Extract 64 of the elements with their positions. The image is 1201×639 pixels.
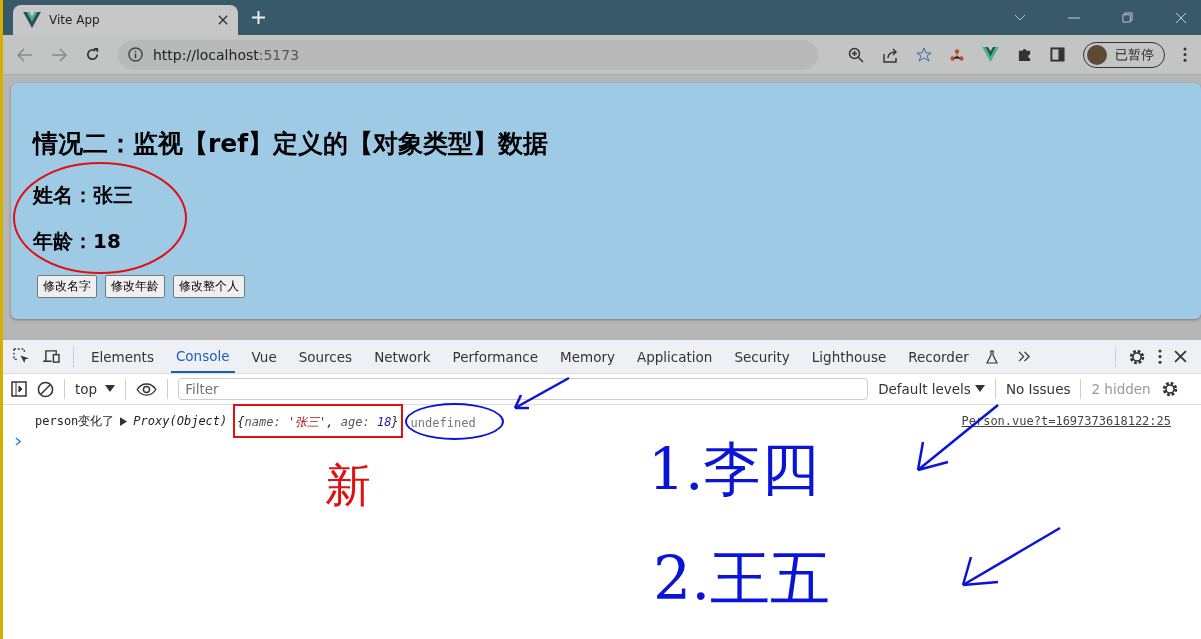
object-preview: {name: '张三', age: 18} [237,415,399,429]
restore-icon[interactable] [1122,12,1133,23]
settings-icon[interactable] [1160,380,1179,398]
close-icon[interactable] [218,15,228,25]
chevrons-right-icon[interactable] [1017,351,1031,362]
field-text: 姓名：张三 [33,183,134,207]
handwritten-note: 1.李四 [648,440,820,498]
star-icon[interactable] [916,46,932,63]
settings-icon[interactable] [1128,347,1146,366]
log-message: person变化了 [35,412,115,430]
action-button[interactable]: 修改名字 [37,275,97,298]
prompt-icon[interactable] [15,437,22,446]
handwritten-note: 2.王五 [653,548,831,608]
issues-text[interactable]: No Issues [1005,381,1071,397]
devtools-tab[interactable]: Memory [555,340,620,373]
devtools-tab[interactable]: Recorder [903,340,974,373]
device-icon[interactable] [42,349,61,364]
devtools-tab[interactable]: Application [631,340,718,373]
inspect-icon[interactable] [13,348,30,365]
puzzle-icon[interactable] [1017,47,1032,62]
reload-icon[interactable] [85,47,100,62]
tab-title: Vite App [49,13,101,27]
devtools-tab[interactable]: Sources [293,340,358,373]
address-bar[interactable]: http://localhost:5173 [118,39,818,70]
caret-icon [974,385,985,393]
devtools-tab[interactable]: Console [170,340,235,373]
more-icon[interactable] [1158,349,1162,364]
v-logo-icon [23,12,41,28]
flask-icon [985,349,998,364]
hidden-count: 2 hidden [1091,381,1151,397]
action-button[interactable]: 修改年龄 [105,275,165,298]
arrow-annotation [513,376,570,410]
avatar-icon [1087,44,1107,65]
info-icon [128,47,143,62]
sidebar-toggle-icon[interactable] [11,381,27,397]
new-tab-icon[interactable] [252,11,265,24]
proxy-label[interactable]: Proxy(Object) [133,414,228,428]
v-logo-icon[interactable] [982,47,999,62]
expand-triangle-icon[interactable] [120,416,128,426]
context-dropdown[interactable]: top [75,381,116,397]
devtools-tab[interactable]: Network [369,340,436,373]
devtools-tab[interactable]: Lighthouse [806,340,892,373]
filter-field[interactable]: Filter [178,378,869,400]
close-icon[interactable] [1174,350,1187,363]
network-icon[interactable] [950,47,964,62]
devtools-tab[interactable]: Security [729,340,795,373]
page-title: 情况二：监视【ref】定义的【对象类型】数据 [33,129,550,159]
browser-tab[interactable]: Vite App [13,5,238,35]
field-text: 年龄：18 [33,229,122,253]
more-icon[interactable] [1183,47,1187,62]
share-icon[interactable] [882,46,898,63]
handwritten-note: 新 [325,462,371,508]
action-button[interactable]: 修改整个人 [173,275,245,298]
levels-dropdown[interactable]: Default levels [878,381,985,397]
zoom-icon[interactable] [848,46,864,63]
devtools-tab[interactable]: Elements [86,340,159,373]
devtools-tab[interactable]: Performance [447,340,544,373]
side-panel-icon[interactable] [1050,47,1065,62]
undefined-text: undefined [410,415,476,430]
clear-icon[interactable] [37,380,54,398]
chevron-down-icon[interactable] [1014,13,1026,22]
devtools-tab[interactable]: Vue [246,340,282,373]
eye-icon[interactable] [136,382,158,396]
caret-icon [105,385,116,393]
